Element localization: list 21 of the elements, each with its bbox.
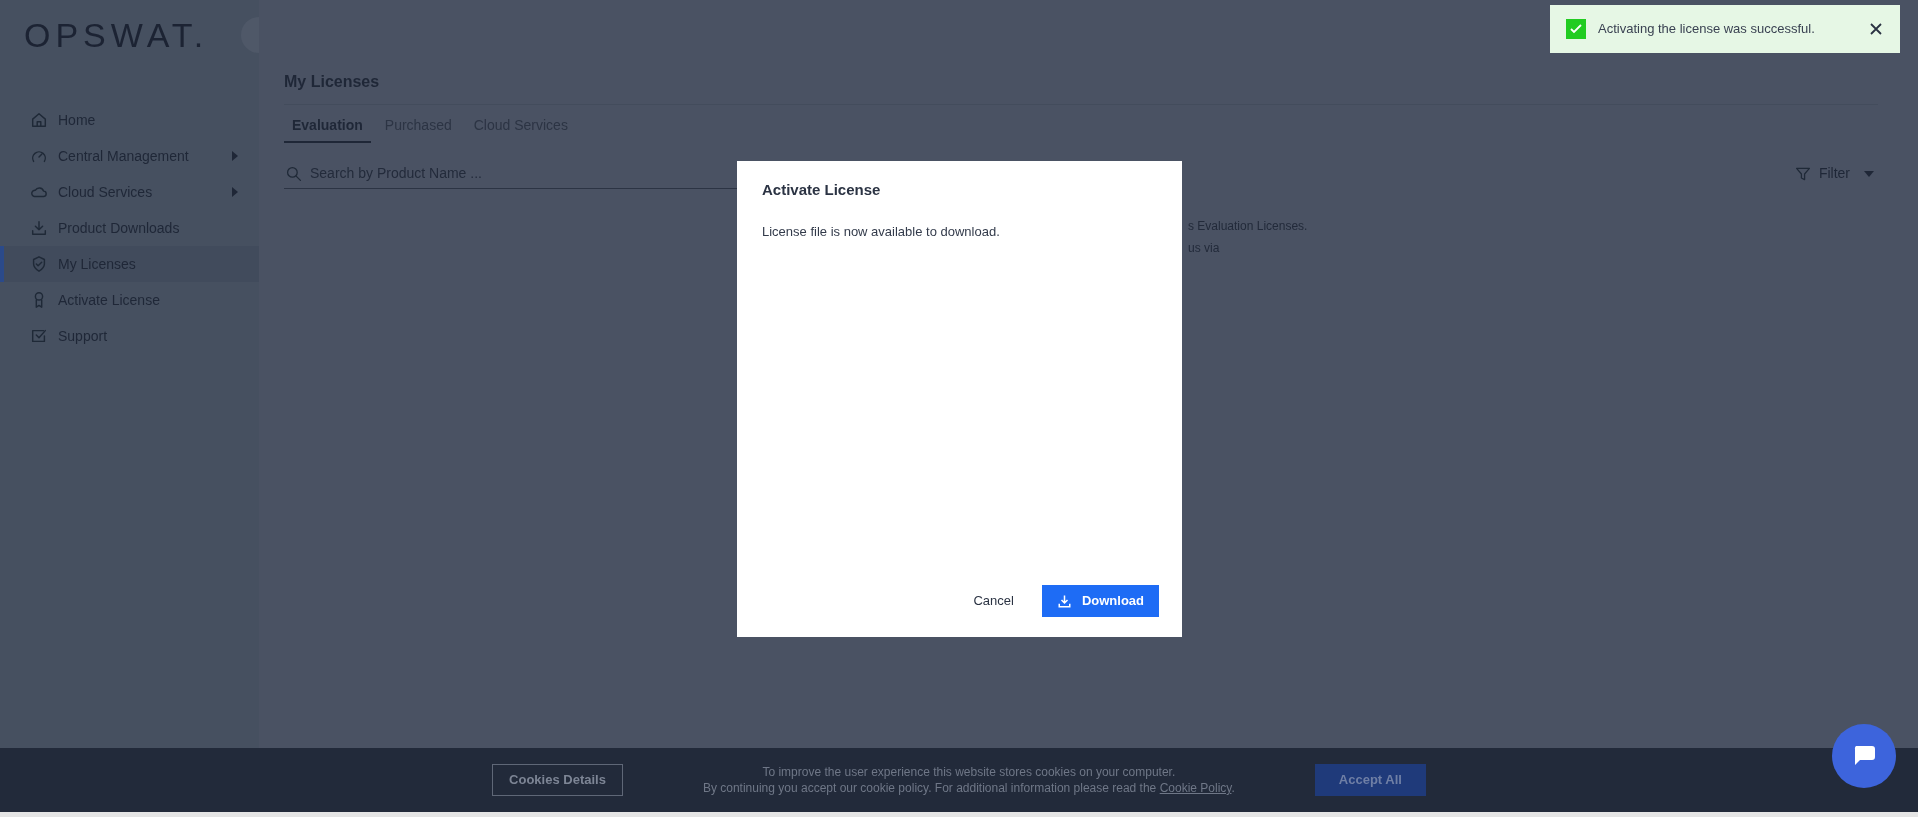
cookie-notice-text: To improve the user experience this website stores cookies on your computer.: [762, 764, 1176, 780]
search-icon: [286, 165, 302, 182]
dialog-title: Activate License: [762, 180, 882, 200]
accept-all-button[interactable]: Accept All: [1314, 764, 1426, 796]
download-icon: [30, 219, 48, 237]
dialog-message: License file is now available to download.: [762, 222, 1001, 241]
download-button[interactable]: Download: [1041, 585, 1159, 617]
close-icon[interactable]: [1870, 23, 1882, 35]
funnel-icon: [1794, 165, 1811, 182]
toast-message: Activating the license was successful.: [1598, 20, 1816, 39]
cookie-notice-text: By continuing you accept our cookie policy. For additional information please read the Cookie Policy.: [702, 780, 1235, 796]
home-icon: [30, 111, 48, 129]
cookies-details-button[interactable]: Cookies Details: [492, 764, 623, 796]
caret-icon: [1864, 170, 1874, 177]
speech-bubble-icon: [1852, 745, 1876, 767]
cancel-button[interactable]: Cancel: [971, 585, 1016, 617]
checkbox-check-icon: [1566, 19, 1586, 39]
shield-check-icon: [30, 255, 48, 273]
download-icon: [1056, 593, 1072, 609]
caret-icon: [231, 187, 239, 197]
caret-icon: [231, 151, 239, 161]
